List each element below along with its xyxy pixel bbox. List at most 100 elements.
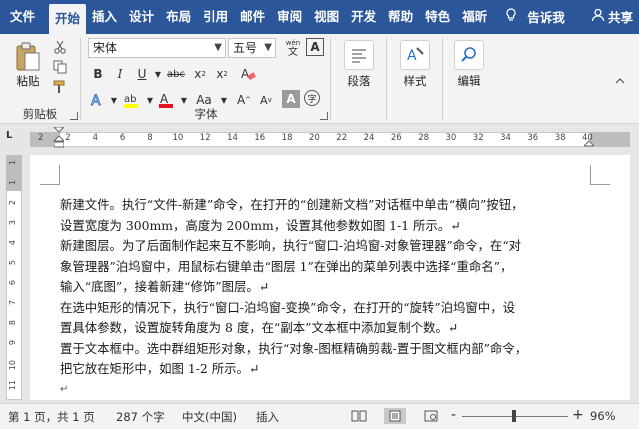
paste-button[interactable]: 粘贴 [8, 74, 48, 88]
font-launcher-icon[interactable] [320, 112, 328, 120]
right-indent-marker-icon[interactable] [582, 137, 596, 147]
vertical-ruler-tick-label: 8 [8, 320, 17, 326]
tab-insert[interactable]: 插入 [86, 4, 123, 30]
styles-button[interactable]: 样式 [390, 74, 440, 88]
italic-icon[interactable]: I [110, 64, 130, 84]
paragraph-button[interactable]: 段落 [334, 74, 384, 88]
person-icon [591, 8, 605, 25]
document-line: 新建文件。执行“文件-新建”命令，在打开的“创建新文档”对话框中单击“横向”按钮… [60, 197, 524, 212]
paste-icon[interactable] [10, 40, 46, 74]
separator [386, 38, 387, 120]
tab-design[interactable]: 设计 [123, 4, 160, 30]
document-line: 输入“底图”，接着新建“修饰”图层。↵ [60, 279, 270, 294]
separator [442, 38, 443, 120]
margin-corner-mark [40, 165, 60, 185]
tab-foxit[interactable]: 福昕 [456, 4, 493, 30]
strikethrough-icon[interactable]: abc [164, 64, 188, 84]
cut-icon[interactable] [50, 38, 70, 56]
subscript-icon[interactable]: x2 [190, 64, 210, 84]
insert-mode-indicator[interactable]: 插入 [256, 409, 279, 425]
word-count[interactable]: 287 个字 [116, 409, 165, 425]
ruler-tick-label: 2 [38, 133, 44, 143]
tab-view[interactable]: 视图 [308, 4, 345, 30]
clipboard-group-label: 剪贴板 [22, 107, 58, 121]
paragraph-icon[interactable] [344, 40, 374, 70]
separator [80, 38, 81, 120]
ruler-right-margin [590, 132, 630, 147]
document-line: 新建图层。为了后面制作起来互不影响，执行“窗口-泊坞窗-对象管理器”命令，在“对 [60, 238, 522, 253]
phonetic-guide-char: 文 [288, 47, 298, 58]
print-layout-icon[interactable] [384, 408, 406, 424]
read-mode-icon[interactable] [348, 408, 370, 424]
vertical-ruler-tick-label: 7 [8, 300, 17, 306]
ruler-tick-label: 14 [227, 133, 238, 143]
horizontal-ruler: L 2 2 4 6 8 10 12 14 16 18 20 22 24 26 28 30 32 34 36 38 40 [0, 124, 639, 154]
superscript-icon[interactable]: x2 [212, 64, 232, 84]
format-painter-icon[interactable] [50, 78, 70, 96]
paragraph-group: 段落 [332, 34, 386, 124]
zoom-out-button[interactable]: - [451, 407, 456, 423]
tell-me-label: 告诉我 [527, 10, 565, 25]
document-line: 设置宽度为 300mm，高度为 200mm，设置其他参数如图 1-1 所示。↵ [60, 217, 461, 233]
font-group-label: 字体 [194, 107, 218, 121]
zoom-in-button[interactable]: + [572, 407, 584, 423]
tab-layout[interactable]: 布局 [160, 4, 197, 30]
ruler-tick-label: 18 [281, 133, 293, 143]
web-layout-icon[interactable] [420, 408, 442, 424]
zoom-level[interactable]: 96% [590, 409, 616, 423]
tab-selector[interactable]: L [6, 130, 20, 144]
tab-file[interactable]: 文件 [0, 4, 49, 30]
document-line: 置具体参数，设置旋转角度为 8 度，在“副本”文本框中添加复制个数。↵ [60, 320, 459, 335]
enclose-characters-icon[interactable]: 字 [304, 90, 320, 106]
ruler-tick-label: 36 [527, 133, 539, 143]
styles-icon[interactable]: A [400, 40, 430, 70]
ruler-tick-label: 22 [336, 133, 348, 143]
ruler-tick-label: 10 [172, 133, 184, 143]
document-body[interactable]: 新建文件。执行“文件-新建”命令，在打开的“创建新文档”对话框中单击“横向”按钮… [60, 195, 580, 400]
vertical-ruler-tick-label: 9 [8, 340, 17, 346]
tell-me-box[interactable]: 告诉我 [501, 7, 565, 26]
vertical-ruler-tick-label: 1 [8, 160, 17, 166]
character-border-icon[interactable]: A [306, 38, 324, 56]
ruler-tick-label: 38 [554, 133, 566, 143]
document-line: 把它放在矩形中，如图 1-2 所示。↵ [60, 361, 260, 376]
separator [330, 38, 331, 120]
tab-home[interactable]: 开始 [49, 4, 87, 34]
ruler-tick-label: 20 [309, 133, 320, 143]
phonetic-guide-button[interactable]: wén 文 [282, 38, 304, 58]
font-size-combo[interactable]: 五号 ▼ [228, 38, 276, 58]
ruler-tick-label: 12 [199, 133, 211, 143]
font-name-value: 宋体 [93, 41, 118, 55]
ruler-tick-label: 6 [119, 133, 126, 143]
vertical-ruler-tick-label: 1 [8, 180, 17, 186]
bold-icon[interactable]: B [88, 64, 108, 84]
tab-featured[interactable]: 特色 [419, 4, 456, 30]
font-name-combo[interactable]: 宋体 ▼ [88, 38, 226, 58]
clipboard-launcher-icon[interactable] [70, 112, 78, 120]
font-size-value: 五号 [233, 41, 258, 55]
share-label: 共享 [607, 10, 633, 25]
ruler-tick-label: 28 [418, 133, 430, 143]
copy-icon[interactable] [50, 58, 70, 76]
ruler-tick-label: 26 [390, 133, 402, 143]
indent-marker-icon[interactable] [52, 126, 66, 151]
document-line: 象管理器”泊坞窗中，用鼠标右键单击“图层 1”在弹出的菜单列表中选择“重命名”， [60, 258, 513, 274]
document-page[interactable]: 新建文件。执行“文件-新建”命令，在打开的“创建新文档”对话框中单击“横向”按钮… [30, 155, 630, 400]
tab-help[interactable]: 帮助 [382, 4, 419, 30]
zoom-slider-thumb[interactable] [512, 410, 516, 422]
search-icon[interactable] [454, 40, 484, 70]
tab-mailings[interactable]: 邮件 [234, 4, 271, 30]
page-count[interactable]: 第 1 页，共 1 页 [8, 409, 95, 425]
language-indicator[interactable]: 中文(中国) [182, 409, 237, 425]
editing-button[interactable]: 编辑 [444, 74, 494, 88]
tab-developer[interactable]: 开发 [345, 4, 382, 30]
clear-formatting-icon[interactable]: A [238, 64, 258, 84]
tab-review[interactable]: 审阅 [271, 4, 308, 30]
share-button[interactable]: 共享 [591, 7, 633, 26]
vertical-scrollbar[interactable] [630, 155, 639, 400]
document-line: 置于文本框中。选中群组矩形对象，执行“对象-图框精确剪裁-置于图文框内部”命令， [60, 340, 528, 356]
collapse-ribbon-icon[interactable] [612, 74, 628, 88]
chevron-down-icon: ▼ [264, 42, 272, 53]
vertical-ruler-tick-label: 10 [8, 360, 17, 371]
tab-references[interactable]: 引用 [197, 4, 234, 30]
